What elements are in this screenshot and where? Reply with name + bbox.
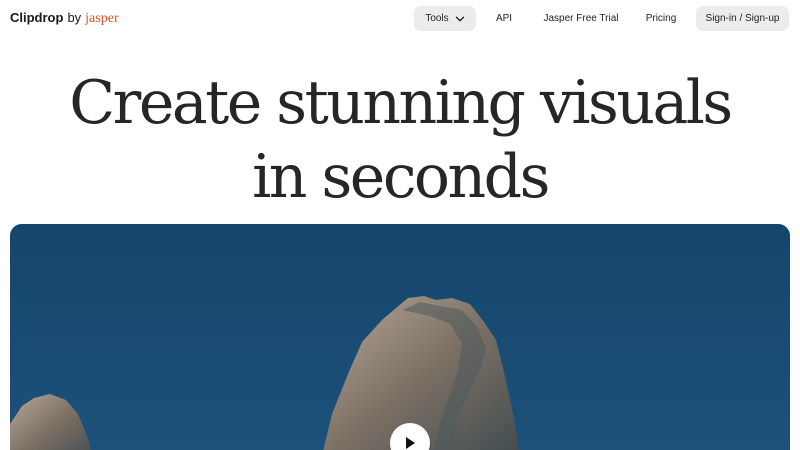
signin-signup-button[interactable]: Sign-in / Sign-up <box>696 6 789 31</box>
hero-heading: Create stunning visuals in seconds <box>0 66 800 214</box>
tools-dropdown-button[interactable]: Tools <box>414 6 476 31</box>
nav-link-jasper-free-trial[interactable]: Jasper Free Trial <box>535 6 627 31</box>
clipdrop-logo[interactable]: Clipdrop by jasper <box>10 10 119 27</box>
hero-title-line-1: Create stunning visuals <box>69 68 733 138</box>
chevron-down-icon <box>455 16 464 21</box>
play-icon <box>406 437 415 449</box>
logo-wordmark: Clipdrop <box>10 10 64 25</box>
tools-label: Tools <box>425 13 449 24</box>
logo-jasper-wordmark: jasper <box>85 11 119 26</box>
logo-by-text: by <box>67 10 82 25</box>
main-nav: Tools API Jasper Free Trial Pricing Sign… <box>414 6 789 31</box>
hero-title-line-2: in seconds <box>252 142 550 212</box>
nav-link-pricing[interactable]: Pricing <box>635 6 687 31</box>
hero-video[interactable] <box>10 224 790 450</box>
top-navigation-bar: Clipdrop by jasper Tools API Jasper Free… <box>0 0 800 36</box>
nav-link-api[interactable]: API <box>486 6 522 31</box>
video-thumbnail-image <box>10 224 790 450</box>
